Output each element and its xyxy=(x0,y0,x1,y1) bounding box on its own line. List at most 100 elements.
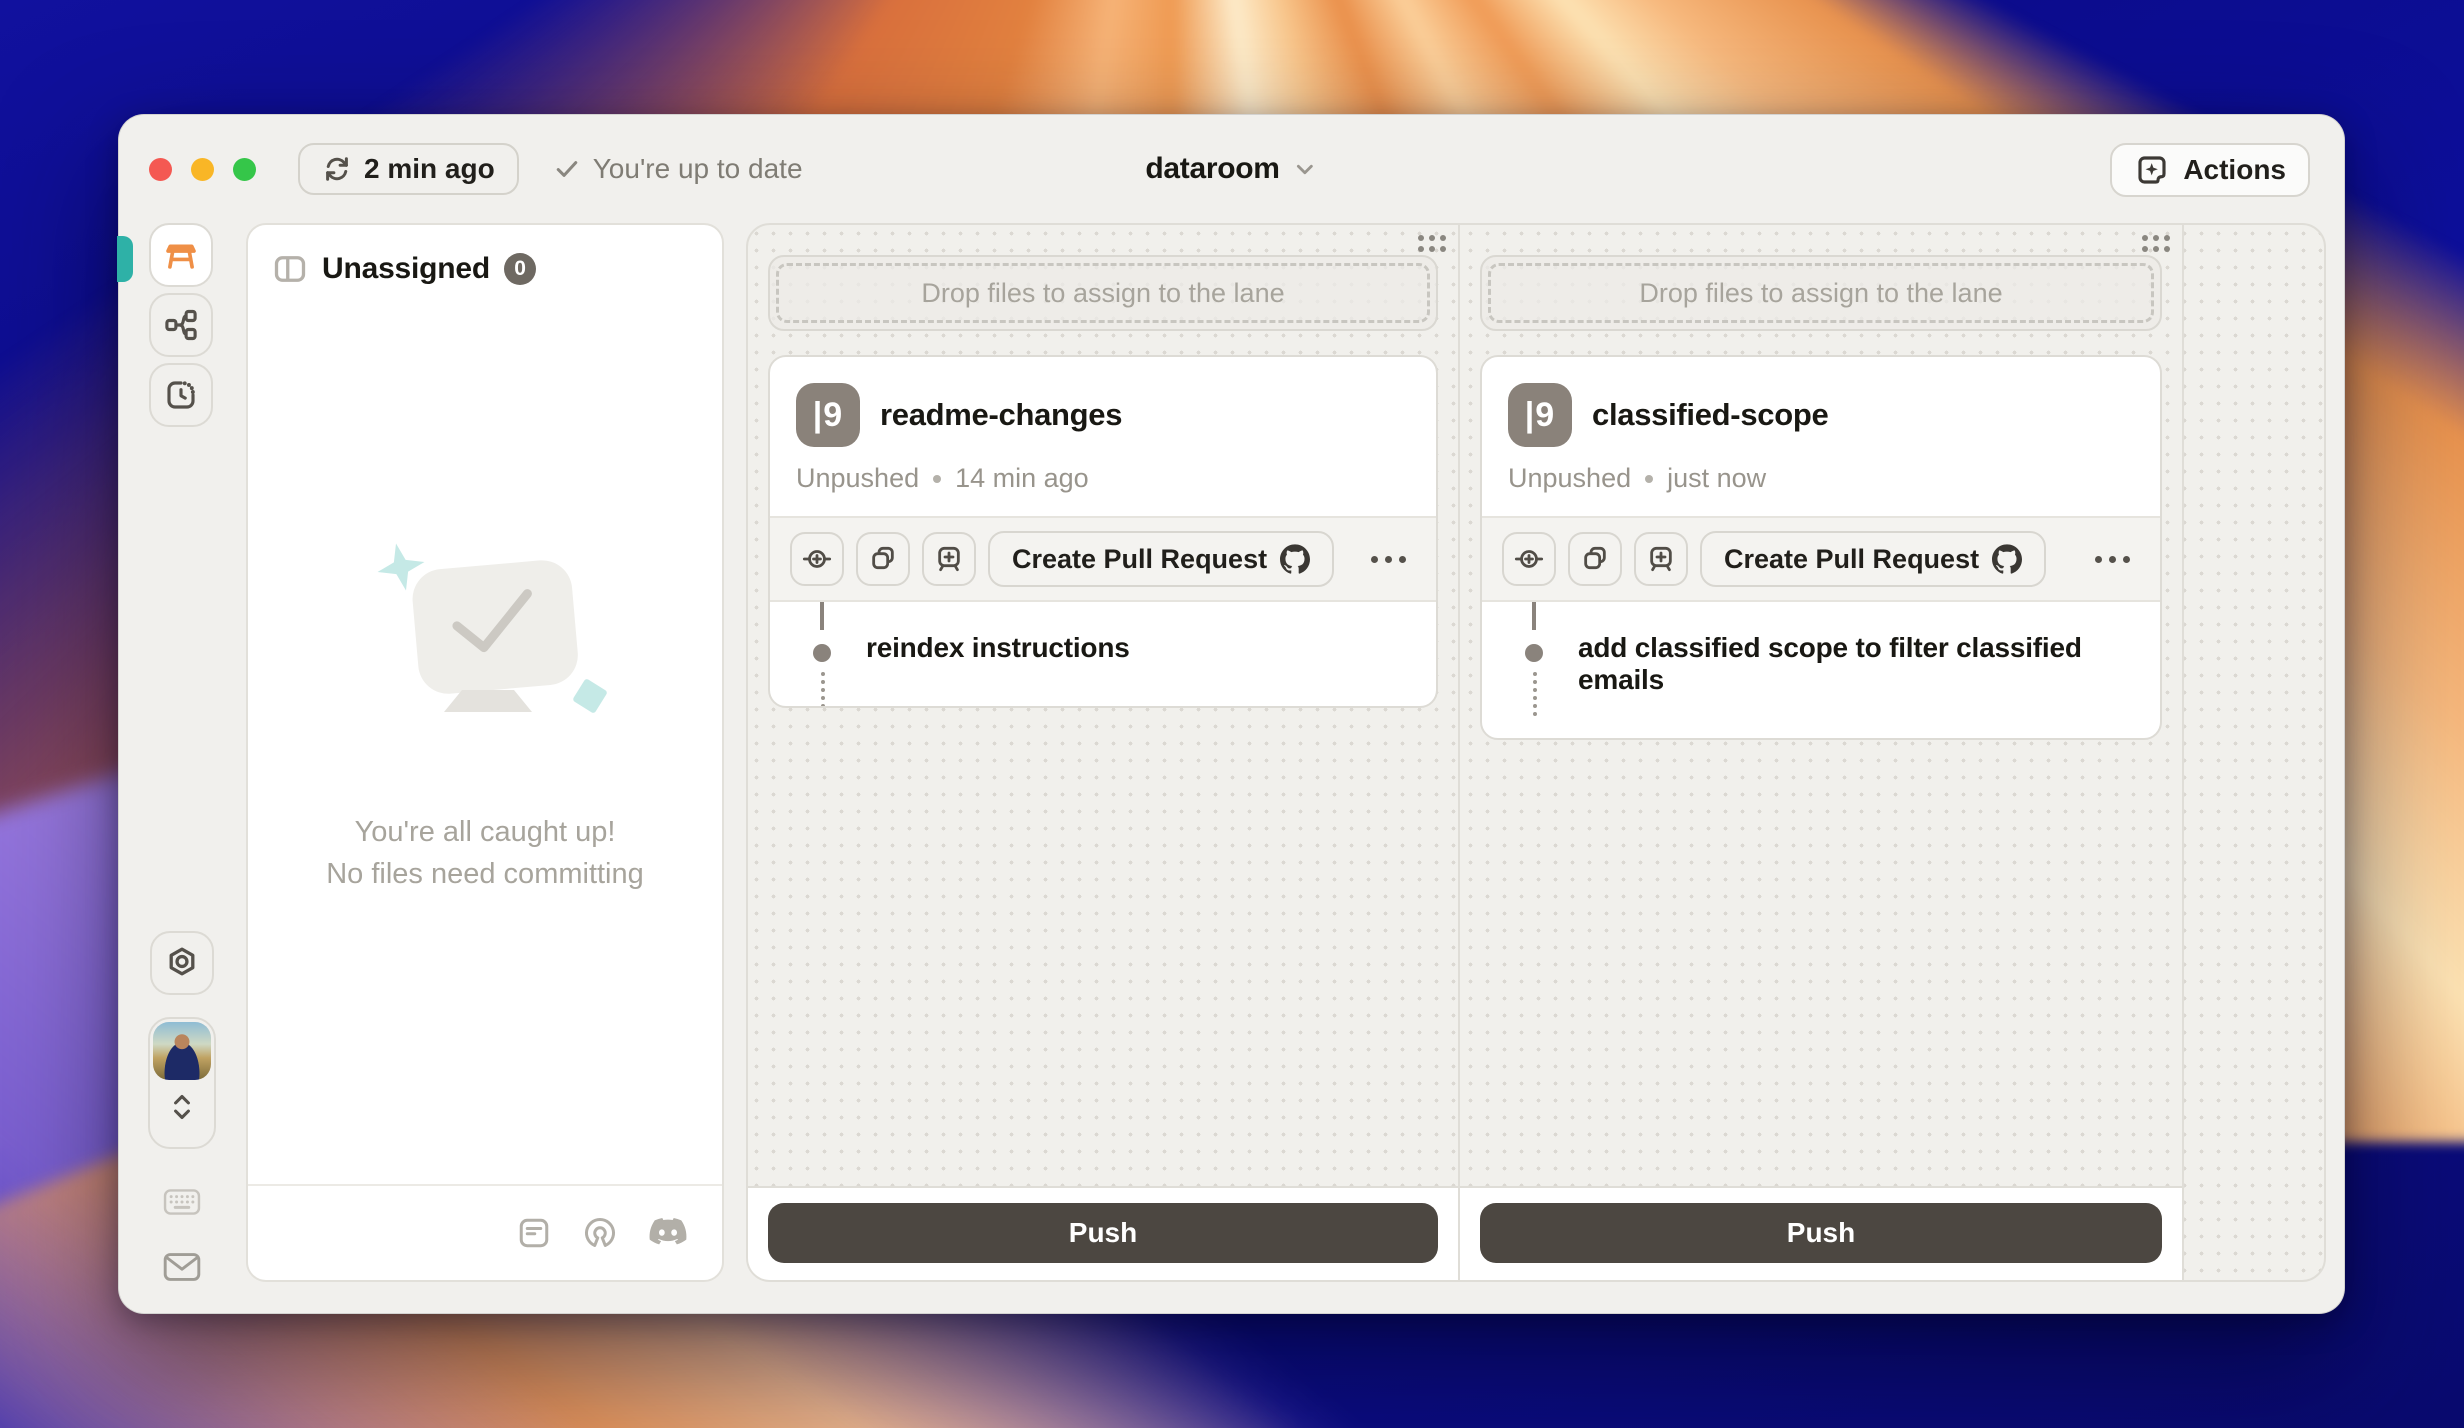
history-clock-icon xyxy=(163,377,199,413)
teal-edge-tab[interactable] xyxy=(117,236,133,282)
commit-target-button[interactable] xyxy=(790,532,844,586)
empty-lane-area[interactable] xyxy=(2184,225,2324,1280)
branch-menu-button[interactable] xyxy=(1371,556,1416,563)
lane-dropzone[interactable]: Drop files to assign to the lane xyxy=(1480,255,2162,331)
branch-meta: Unpushed just now xyxy=(1508,463,2134,494)
keyboard-shortcuts-icon[interactable] xyxy=(163,1187,201,1217)
discord-icon[interactable] xyxy=(648,1217,688,1249)
lane-drag-handle[interactable] xyxy=(2142,235,2170,252)
mail-icon[interactable] xyxy=(163,1251,201,1283)
sync-button[interactable]: 2 min ago xyxy=(298,143,519,195)
branch-meta: Unpushed 14 min ago xyxy=(796,463,1410,494)
branch-menu-button[interactable] xyxy=(2095,556,2140,563)
window-controls xyxy=(149,158,256,181)
branch-name: classified-scope xyxy=(1592,397,1828,433)
uptodate-label: You're up to date xyxy=(593,153,803,185)
settings-button[interactable] xyxy=(150,931,214,995)
rail-branches-button[interactable] xyxy=(149,293,213,357)
split-panel-icon xyxy=(272,251,308,287)
rail-workspace-button[interactable] xyxy=(149,223,213,287)
project-name: dataroom xyxy=(1145,152,1279,186)
empty-state: You're all caught up! No files need comm… xyxy=(248,525,722,895)
unassigned-footer xyxy=(248,1184,722,1280)
branch-time: 14 min ago xyxy=(955,463,1089,494)
branch-name: readme-changes xyxy=(880,397,1122,433)
commit-row[interactable]: add classified scope to filter classifie… xyxy=(1482,602,2160,738)
sync-time-label: 2 min ago xyxy=(364,153,495,185)
dropzone-label: Drop files to assign to the lane xyxy=(776,263,1430,323)
open-source-icon[interactable] xyxy=(582,1215,618,1251)
branch-status: Unpushed xyxy=(1508,463,1631,494)
commit-target-button[interactable] xyxy=(1502,532,1556,586)
create-pr-label: Create Pull Request xyxy=(1724,544,1979,575)
branch-status: Unpushed xyxy=(796,463,919,494)
caught-up-illustration xyxy=(345,525,625,755)
unassigned-title: Unassigned xyxy=(322,252,490,286)
branch-badge-icon: |9 xyxy=(1508,383,1572,447)
branch-badge-icon: |9 xyxy=(796,383,860,447)
rail-bottom xyxy=(149,931,215,1283)
account-switcher[interactable] xyxy=(148,1017,216,1149)
commit-graph-line xyxy=(820,602,824,630)
new-dependent-branch-button[interactable] xyxy=(1634,532,1688,586)
unassigned-count-badge: 0 xyxy=(504,253,536,285)
create-pull-request-button[interactable]: Create Pull Request xyxy=(1700,531,2046,587)
branch-time: just now xyxy=(1667,463,1766,494)
push-button[interactable]: Push xyxy=(768,1203,1438,1263)
unassigned-header: Unassigned 0 xyxy=(248,225,722,313)
commit-graph-dotted-line xyxy=(821,672,825,708)
branch-graph-icon xyxy=(163,307,199,343)
dropzone-label: Drop files to assign to the lane xyxy=(1488,263,2154,323)
commit-dot xyxy=(1525,644,1543,662)
lane-footer: Push xyxy=(748,1186,1458,1280)
lane-drag-handle[interactable] xyxy=(1418,235,1446,252)
commit-graph-dotted-line xyxy=(1533,672,1537,716)
project-switcher[interactable]: dataroom xyxy=(1145,152,1317,186)
commit-dot xyxy=(813,644,831,662)
meta-separator-dot xyxy=(1645,475,1653,483)
empty-state-text: You're all caught up! No files need comm… xyxy=(326,811,644,895)
uptodate-status: You're up to date xyxy=(553,153,803,185)
close-window-button[interactable] xyxy=(149,158,172,181)
github-icon xyxy=(1280,544,1310,574)
titlebar: 2 min ago You're up to date dataroom Act… xyxy=(119,115,2344,223)
commit-message: add classified scope to filter classifie… xyxy=(1578,632,2134,696)
create-pull-request-button[interactable]: Create Pull Request xyxy=(988,531,1334,587)
commit-message: reindex instructions xyxy=(866,632,1410,664)
commit-row[interactable]: reindex instructions xyxy=(770,602,1436,706)
lanes-board: Drop files to assign to the lane |9 read… xyxy=(746,223,2326,1282)
sparkle-square-icon xyxy=(2134,152,2170,188)
new-dependent-branch-button[interactable] xyxy=(922,532,976,586)
left-rail xyxy=(149,223,215,1283)
actions-label: Actions xyxy=(2183,154,2286,186)
user-avatar xyxy=(153,1022,211,1080)
copy-button[interactable] xyxy=(1568,532,1622,586)
lane-dropzone[interactable]: Drop files to assign to the lane xyxy=(768,255,1438,331)
gear-icon xyxy=(164,945,200,981)
branch-toolbar: Create Pull Request xyxy=(770,516,1436,602)
butler-table-icon xyxy=(162,236,200,274)
commit-graph-line xyxy=(1532,602,1536,630)
zoom-window-button[interactable] xyxy=(233,158,256,181)
create-pr-label: Create Pull Request xyxy=(1012,544,1267,575)
lane-classified-scope: Drop files to assign to the lane |9 clas… xyxy=(1460,225,2182,1280)
changelog-note-icon[interactable] xyxy=(516,1215,552,1251)
empty-title: You're all caught up! xyxy=(326,811,644,853)
app-window: 2 min ago You're up to date dataroom Act… xyxy=(118,114,2345,1314)
branch-card-header[interactable]: |9 readme-changes Unpushed 14 min ago xyxy=(770,357,1436,516)
minimize-window-button[interactable] xyxy=(191,158,214,181)
actions-button[interactable]: Actions xyxy=(2110,143,2310,197)
branch-card-header[interactable]: |9 classified-scope Unpushed just now xyxy=(1482,357,2160,516)
chevron-down-icon xyxy=(1292,156,1318,182)
check-icon xyxy=(553,155,581,183)
push-button[interactable]: Push xyxy=(1480,1203,2162,1263)
chevron-updown-icon xyxy=(168,1090,196,1124)
empty-subtitle: No files need committing xyxy=(326,853,644,895)
unassigned-panel: Unassigned 0 You're all caught up! No fi… xyxy=(246,223,724,1282)
lane-readme-changes: Drop files to assign to the lane |9 read… xyxy=(748,225,1458,1280)
copy-button[interactable] xyxy=(856,532,910,586)
rail-history-button[interactable] xyxy=(149,363,213,427)
branch-card: |9 classified-scope Unpushed just now xyxy=(1480,355,2162,740)
branch-toolbar: Create Pull Request xyxy=(1482,516,2160,602)
sync-icon xyxy=(322,154,352,184)
